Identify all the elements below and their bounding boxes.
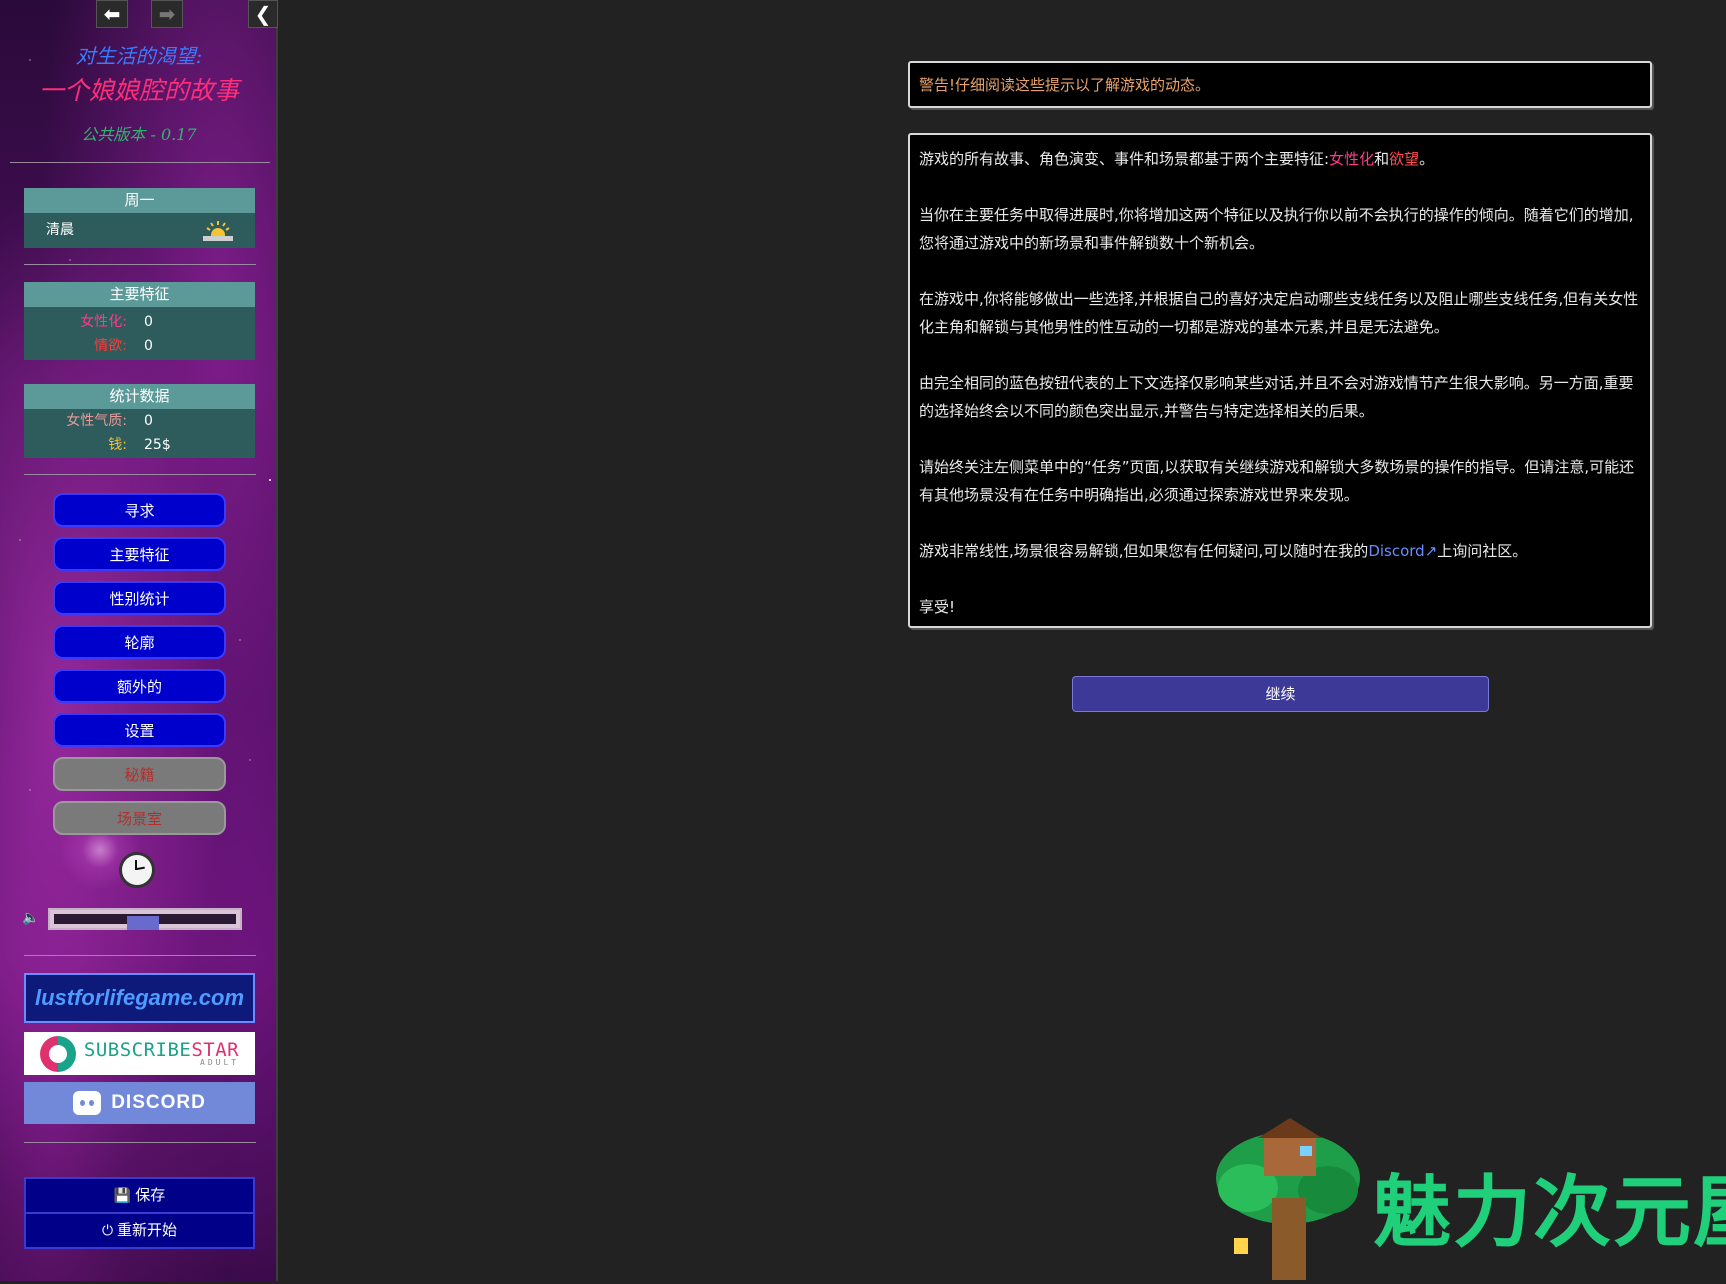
arrow-right-icon: ➡ <box>158 2 176 26</box>
volume-slider-thumb[interactable] <box>127 916 159 930</box>
arrow-left-icon: ⬅ <box>103 2 121 26</box>
subscribestar-subscribe-text: SUBSCRIBE <box>83 1038 192 1061</box>
speaker-icon: 🔈 <box>22 910 40 926</box>
warning-box: 警告!仔细阅读这些提示以了解游戏的动态。 <box>908 61 1652 108</box>
stat-label: 钱: <box>108 437 127 453</box>
clock-icon[interactable] <box>119 852 155 888</box>
forward-button[interactable]: ➡ <box>151 0 183 28</box>
tip-paragraph: 由完全相同的蓝色按钮代表的上下文选择仅影响某些对话,并且不会对游戏情节产生很大影… <box>919 374 1634 420</box>
trait-value: 0 <box>144 314 153 330</box>
sunrise-icon <box>203 219 233 255</box>
tip-paragraph: 当你在主要任务中取得进展时,你将增加这两个特征以及执行你以前不会执行的操作的倾向… <box>919 206 1634 252</box>
tips-box: 游戏的所有故事、角色演变、事件和场景都基于两个主要特征:女性化和欲望。 当你在主… <box>908 133 1652 628</box>
tip-paragraph: 在游戏中,你将能够做出一些选择,并根据自己的喜好决定启动哪些支线任务以及阻止哪些… <box>919 290 1639 336</box>
main-traits-panel: 主要特征 女性化: 0 情欲: 0 <box>24 282 255 360</box>
tip-paragraph: 游戏非常线性,场景很容易解锁,但如果您有任何疑问,可以随时在我的Discord↗… <box>919 537 1641 565</box>
watermark-text: 魅力次元屋 <box>1373 1168 1726 1258</box>
discord-link[interactable]: Discord↗ <box>1368 542 1437 560</box>
discord-banner-text: DISCORD <box>111 1092 206 1113</box>
stat-value: 25$ <box>144 437 171 453</box>
divider <box>24 1142 256 1143</box>
divider <box>10 162 270 163</box>
game-title: 对生活的渴望: 一个娘娘腔的故事 公共版本 - 0.17 <box>0 40 278 145</box>
time-panel: 周一 清晨 <box>24 188 255 248</box>
menu-extras-button[interactable]: 额外的 <box>53 669 226 703</box>
floppy-icon: 💾 <box>113 1188 132 1204</box>
menu-main-traits-button[interactable]: 主要特征 <box>53 537 226 571</box>
day-label: 周一 <box>24 188 255 213</box>
menu-settings-button[interactable]: 设置 <box>53 713 226 747</box>
tip-paragraph: 游戏的所有故事、角色演变、事件和场景都基于两个主要特征:女性化和欲望。 <box>919 145 1641 173</box>
divider <box>24 955 256 956</box>
stats-header: 统计数据 <box>24 384 255 409</box>
restart-label: 重新开始 <box>117 1221 178 1239</box>
back-button[interactable]: ⬅ <box>96 0 128 28</box>
external-link-icon: ↗ <box>1424 542 1438 560</box>
chevron-left-icon: ❮ <box>254 2 272 26</box>
discord-link-label: Discord <box>1368 542 1425 560</box>
trait-row-feminization: 女性化: 0 <box>24 310 255 334</box>
trait-label: 女性化: <box>80 314 127 330</box>
time-of-day-label: 清晨 <box>46 222 74 238</box>
menu-profile-button[interactable]: 轮廓 <box>53 625 226 659</box>
title-line-1: 对生活的渴望: <box>75 44 203 68</box>
volume-slider[interactable] <box>48 908 242 930</box>
tip-text: 。 <box>1419 150 1435 168</box>
trait-label: 情欲: <box>94 338 127 354</box>
continue-button[interactable]: 继续 <box>1072 676 1489 712</box>
trait-value: 0 <box>144 338 153 354</box>
power-icon: ⏻ <box>101 1223 114 1239</box>
treehouse-icon <box>1208 1118 1368 1280</box>
website-banner-link[interactable]: lustforlifegame.com <box>24 973 255 1023</box>
stat-row-money: 钱: 25$ <box>24 433 255 457</box>
save-label: 保存 <box>135 1186 166 1204</box>
save-button[interactable]: 💾 保存 <box>24 1177 255 1214</box>
lust-keyword: 欲望 <box>1389 150 1420 168</box>
divider <box>24 474 256 475</box>
tip-text: 上询问社区。 <box>1437 542 1528 560</box>
main-traits-header: 主要特征 <box>24 282 255 307</box>
sidebar: ⬅ ➡ ❮ 对生活的渴望: 一个娘娘腔的故事 公共版本 - 0.17 周一 清晨 <box>0 0 278 1281</box>
version-label: 公共版本 - 0.17 <box>81 125 197 144</box>
subscribestar-logo-icon <box>39 1035 76 1072</box>
collapse-sidebar-button[interactable]: ❮ <box>248 0 278 28</box>
tip-text: 和 <box>1374 150 1390 168</box>
stats-panel: 统计数据 女性气质: 0 钱: 25$ <box>24 384 255 458</box>
tip-paragraph: 请始终关注左侧菜单中的“任务”页面,以获取有关继续游戏和解锁大多数场景的操作的指… <box>919 458 1635 504</box>
tip-text: 游戏非常线性,场景很容易解锁,但如果您有任何疑问,可以随时在我的 <box>919 542 1369 560</box>
trait-row-lust: 情欲: 0 <box>24 334 255 358</box>
restart-button[interactable]: ⏻ 重新开始 <box>24 1212 255 1249</box>
divider <box>24 264 256 265</box>
stat-row-femininity: 女性气质: 0 <box>24 409 255 433</box>
stat-value: 0 <box>144 413 153 429</box>
warning-text: 警告!仔细阅读这些提示以了解游戏的动态。 <box>919 76 1211 94</box>
feminization-keyword: 女性化 <box>1329 150 1375 168</box>
menu-quests-button[interactable]: 寻求 <box>53 493 226 527</box>
stat-label: 女性气质: <box>66 413 127 429</box>
menu-scene-room-button[interactable]: 场景室 <box>53 801 226 835</box>
title-line-2: 一个娘娘腔的故事 <box>38 76 239 105</box>
subscribestar-banner-link[interactable]: SUBSCRIBESTAR ADULT <box>24 1032 255 1075</box>
tip-text: 游戏的所有故事、角色演变、事件和场景都基于两个主要特征: <box>919 150 1330 168</box>
menu-sex-stats-button[interactable]: 性别统计 <box>53 581 226 615</box>
discord-banner-link[interactable]: DISCORD <box>24 1082 255 1124</box>
menu-cheats-button[interactable]: 秘籍 <box>53 757 226 791</box>
tip-paragraph: 享受! <box>919 598 956 616</box>
discord-logo-icon <box>73 1091 102 1115</box>
